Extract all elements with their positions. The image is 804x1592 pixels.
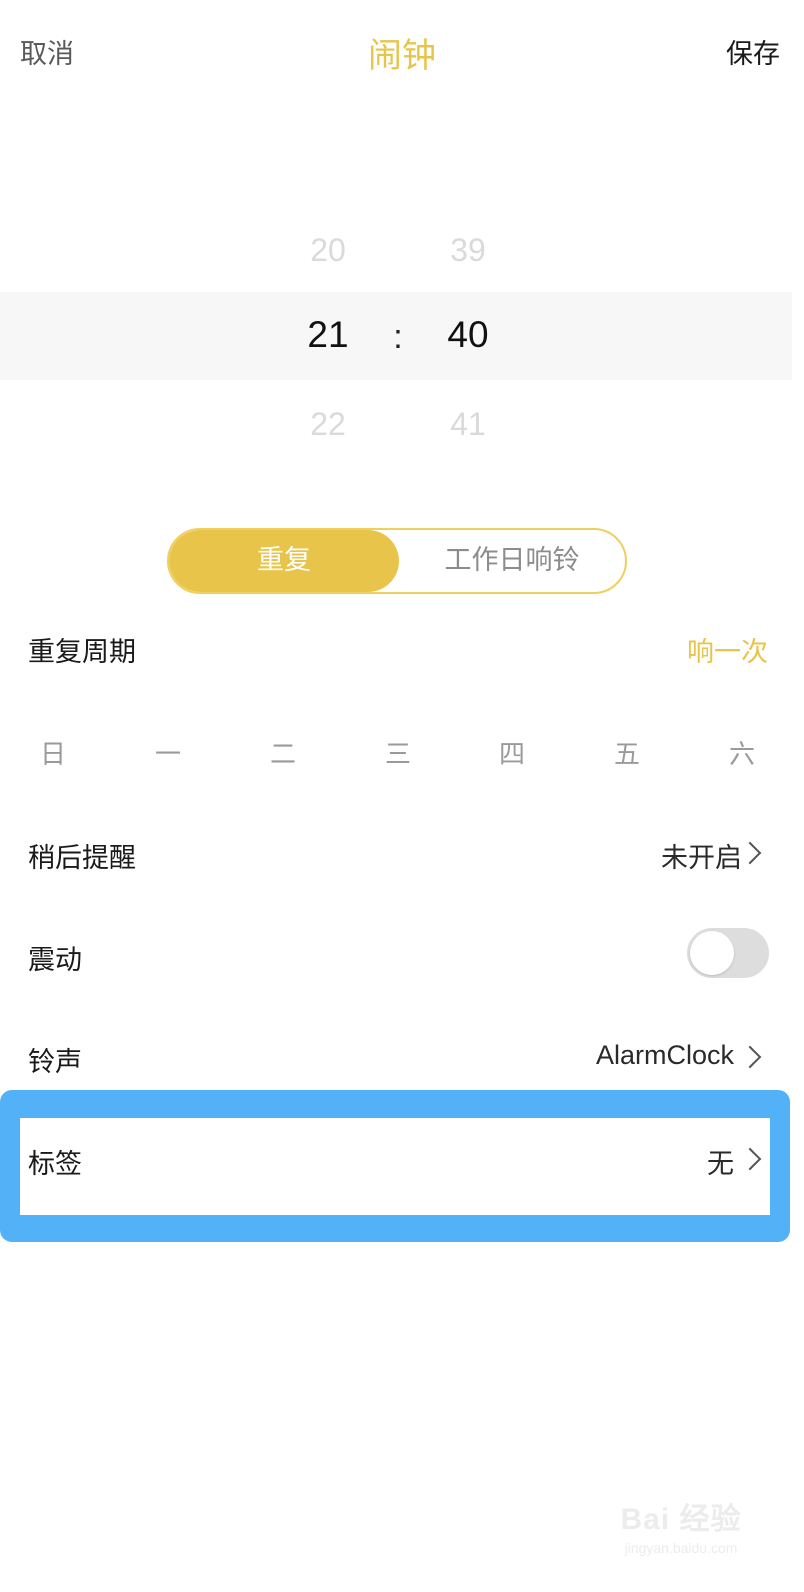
switch-knob xyxy=(690,931,734,975)
snooze-label: 稍后提醒 xyxy=(28,843,136,874)
hour-selected[interactable]: 21 xyxy=(288,314,368,356)
ringtone-value: AlarmClock xyxy=(595,1040,734,1070)
vibrate-switch[interactable] xyxy=(687,928,769,978)
time-separator: : xyxy=(393,318,403,356)
watermark-url: jingyan.baidu.com xyxy=(624,1540,738,1556)
weekday-sat[interactable]: 六 xyxy=(722,734,762,771)
minute-next[interactable]: 41 xyxy=(428,406,508,443)
hour-next[interactable]: 22 xyxy=(288,406,368,443)
workday-ring-tab[interactable]: 工作日响铃 xyxy=(399,530,625,592)
baidu-watermark: Bai 经验 jingyan.baidu.com xyxy=(606,1494,756,1578)
tag-label: 标签 xyxy=(28,1149,82,1180)
weekday-mon[interactable]: 一 xyxy=(148,734,188,771)
tag-value: 无 xyxy=(707,1149,734,1180)
weekday-tue[interactable]: 二 xyxy=(263,734,303,771)
watermark-main: Bai 经验 xyxy=(620,1503,742,1536)
hour-prev[interactable]: 20 xyxy=(288,232,368,269)
minute-selected[interactable]: 40 xyxy=(428,314,508,356)
snooze-value: 未开启 xyxy=(661,843,742,874)
weekday-sun[interactable]: 日 xyxy=(33,734,73,771)
weekday-thu[interactable]: 四 xyxy=(492,734,532,771)
repeat-tab[interactable]: 重复 xyxy=(169,530,399,592)
save-button[interactable]: 保存 xyxy=(726,32,780,71)
minute-prev[interactable]: 39 xyxy=(428,232,508,269)
repeat-cycle-label: 重复周期 xyxy=(28,637,136,668)
weekday-fri[interactable]: 五 xyxy=(607,734,647,771)
chevron-right-icon xyxy=(738,841,762,865)
repeat-mode-toggle: 重复 工作日响铃 xyxy=(167,528,627,594)
weekday-wed[interactable]: 三 xyxy=(378,734,418,771)
page-title: 闹钟 xyxy=(368,36,436,76)
highlight-frame xyxy=(0,1090,790,1242)
vibrate-label: 震动 xyxy=(28,945,82,976)
chevron-right-icon xyxy=(738,1045,762,1069)
ringtone-label: 铃声 xyxy=(28,1047,82,1078)
top-bar: 取消 闹钟 保存 xyxy=(0,0,804,104)
repeat-cycle-value: 响一次 xyxy=(687,637,768,668)
